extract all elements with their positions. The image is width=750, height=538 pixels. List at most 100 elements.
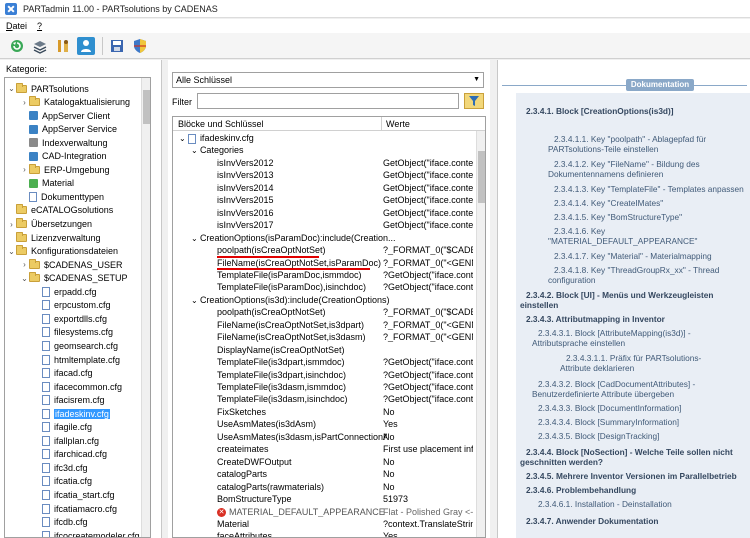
doc-link[interactable]: 2.3.4.3. Attributmapping in Inventor bbox=[526, 314, 665, 325]
save-button[interactable] bbox=[108, 37, 126, 55]
tree-item[interactable]: › $CADENAS_USER bbox=[5, 258, 123, 271]
grid-row[interactable]: BomStructureType 51973 bbox=[173, 494, 473, 506]
grid-row[interactable]: TemplateFile(is3dasm,isinchdoc) ?GetObjec… bbox=[173, 394, 473, 406]
doc-link[interactable]: 2.3.4.6. Problembehandlung bbox=[526, 485, 636, 496]
grid-row[interactable]: FixSketches No bbox=[173, 407, 473, 419]
doc-link[interactable]: 2.3.4.3.3. Block [DocumentInformation] bbox=[538, 403, 681, 414]
chevron-right-icon[interactable]: › bbox=[20, 98, 29, 107]
tree-item[interactable]: › Katalogaktualisierung bbox=[5, 96, 130, 109]
shield-button[interactable] bbox=[131, 37, 149, 55]
grid-row[interactable]: TemplateFile(isParamDoc,ismmdoc) ?GetObje… bbox=[173, 270, 473, 282]
tree-item[interactable]: ifacisrem.cfg bbox=[5, 394, 105, 407]
tree-item[interactable]: htmltemplate.cfg bbox=[5, 353, 120, 366]
doc-link[interactable]: 2.3.4.1.4. Key "CreateIMates" bbox=[554, 198, 663, 209]
tree-item[interactable]: Dokumenttypen bbox=[5, 190, 104, 203]
tree-item[interactable]: ifcatia_start.cfg bbox=[5, 489, 115, 502]
tree-item[interactable]: ifcatia.cfg bbox=[5, 475, 92, 488]
tree-item[interactable]: erpadd.cfg bbox=[5, 285, 97, 298]
grid-row[interactable]: isInvVers2012 GetObject("iface.contexts bbox=[173, 158, 473, 170]
grid-row[interactable]: FileName(isCreaOptNotSet,is3dpart) ?_FORM… bbox=[173, 320, 473, 332]
tree-item[interactable]: Material bbox=[5, 177, 74, 190]
grid-scrollbar[interactable] bbox=[476, 131, 485, 537]
doc-link[interactable]: 2.3.4.6.1. Installation - Deinstallation bbox=[538, 499, 672, 510]
doc-link[interactable]: configuration bbox=[548, 275, 596, 286]
doc-link[interactable]: Attributsprache einstellen bbox=[532, 338, 625, 349]
tree-item[interactable]: erpcustom.cfg bbox=[5, 299, 111, 312]
tree-item[interactable]: › ERP-Umgebung bbox=[5, 163, 110, 176]
grid-row[interactable]: ✕ MATERIAL_DEFAULT_APPEARANCE Flat - Polis… bbox=[173, 507, 473, 519]
grid-row[interactable]: UseAsmMates(is3dAsm) Yes bbox=[173, 419, 473, 431]
tree-item[interactable]: ⌄ $CADENAS_SETUP bbox=[5, 272, 128, 285]
chevron-down-icon[interactable]: ▼ bbox=[473, 76, 480, 83]
doc-link[interactable]: 2.3.4.1.5. Key "BomStructureType" bbox=[554, 212, 682, 223]
doc-link[interactable]: Dokumentennamens definieren bbox=[548, 169, 663, 180]
chevron-down-icon[interactable]: ⌄ bbox=[7, 84, 16, 93]
tree-item[interactable]: ifacad.cfg bbox=[5, 367, 93, 380]
tree-item[interactable]: eCATALOGsolutions bbox=[5, 204, 113, 217]
grid-row[interactable]: CreateDWFOutput No bbox=[173, 457, 473, 469]
col-header-keys[interactable]: Blöcke und Schlüssel bbox=[178, 119, 264, 129]
chevron-right-icon[interactable]: › bbox=[7, 220, 16, 229]
grid-row[interactable]: catalogParts No bbox=[173, 469, 473, 481]
tree-item[interactable]: ⌄ PARTsolutions bbox=[5, 82, 89, 95]
doc-link[interactable]: 2.3.4.7. Anwender Dokumentation bbox=[526, 516, 658, 527]
grid-row[interactable]: TemplateFile(is3dasm,ismmdoc) ?GetObject(… bbox=[173, 382, 473, 394]
grid-row[interactable]: UseAsmMates(is3dasm,isPartConnectionAs..… bbox=[173, 432, 473, 444]
tree-item[interactable]: AppServer Service bbox=[5, 123, 117, 136]
chevron-down-icon[interactable]: ⌄ bbox=[179, 134, 188, 143]
chevron-down-icon[interactable]: ⌄ bbox=[191, 296, 200, 305]
chevron-down-icon[interactable]: ⌄ bbox=[20, 274, 29, 283]
tools-button[interactable] bbox=[54, 37, 72, 55]
tree-item[interactable]: ifcatiamacro.cfg bbox=[5, 502, 117, 515]
col-header-values[interactable]: Werte bbox=[386, 119, 410, 129]
chevron-right-icon[interactable]: › bbox=[20, 165, 29, 174]
tree-item[interactable]: ifarchicad.cfg bbox=[5, 448, 107, 461]
tree-item[interactable]: ifadeskinv.cfg bbox=[5, 407, 110, 420]
grid-row[interactable]: createimates First use placement infor bbox=[173, 444, 473, 456]
grid-row[interactable]: DisplayName(isCreaOptNotSet) bbox=[173, 345, 473, 357]
tree-item[interactable]: › Übersetzungen bbox=[5, 218, 92, 231]
doc-link[interactable]: geschnitten werden? bbox=[520, 457, 603, 468]
grid-row[interactable]: isInvVers2015 GetObject("iface.contexts bbox=[173, 195, 473, 207]
tree-item[interactable]: ifallplan.cfg bbox=[5, 434, 99, 447]
key-filter-combobox[interactable]: Alle Schlüssel ▼ bbox=[172, 72, 484, 88]
filter-button[interactable] bbox=[464, 93, 484, 109]
doc-link[interactable]: 2.3.4.3.4. Block [SummaryInformation] bbox=[538, 417, 679, 428]
stack-button[interactable] bbox=[31, 37, 49, 55]
menu-help[interactable]: ? bbox=[37, 21, 42, 31]
doc-link[interactable]: Benutzerdefinierte Attribute übergeben bbox=[532, 389, 674, 400]
grid-section-row[interactable]: ⌄ CreationOptions(isParamDoc):include(Cr… bbox=[173, 233, 473, 245]
tree-item[interactable]: ifcocreatemodeler.cfg bbox=[5, 529, 140, 537]
tree-item[interactable]: AppServer Client bbox=[5, 109, 110, 122]
grid-row[interactable]: faceAttributes Yes bbox=[173, 531, 473, 537]
tree-item[interactable]: ifcdb.cfg bbox=[5, 516, 88, 529]
doc-link[interactable]: 2.3.4.1.7. Key "Material" - Materialmapp… bbox=[554, 251, 712, 262]
doc-link[interactable]: Attribute deklarieren bbox=[560, 363, 634, 374]
tree-item[interactable]: CAD-Integration bbox=[5, 150, 107, 163]
doc-link[interactable]: "MATERIAL_DEFAULT_APPEARANCE" bbox=[548, 236, 697, 247]
doc-link[interactable]: einstellen bbox=[520, 300, 558, 311]
column-divider[interactable] bbox=[381, 117, 382, 131]
tree-scroll-thumb[interactable] bbox=[143, 90, 150, 124]
grid-row[interactable]: FileName(isCreaOptNotSet,is3dasm) ?_FORMA… bbox=[173, 332, 473, 344]
grid-row[interactable]: isInvVers2017 GetObject("iface.contexts bbox=[173, 220, 473, 232]
chevron-down-icon[interactable]: ⌄ bbox=[191, 234, 200, 243]
filter-input[interactable] bbox=[197, 93, 459, 109]
grid-row[interactable]: isInvVers2014 GetObject("iface.contexts bbox=[173, 183, 473, 195]
grid-section-row[interactable]: ⌄ CreationOptions(is3d):include(Creation… bbox=[173, 295, 473, 307]
tree-item[interactable]: ifacecommon.cfg bbox=[5, 380, 122, 393]
chevron-right-icon[interactable]: › bbox=[20, 260, 29, 269]
tree-item[interactable]: filesystems.cfg bbox=[5, 326, 113, 339]
person-button[interactable] bbox=[77, 36, 95, 55]
tree-item[interactable]: geomsearch.cfg bbox=[5, 339, 118, 352]
doc-link[interactable]: 2.3.4.1.3. Key "TemplateFile" - Template… bbox=[554, 184, 744, 195]
grid-row[interactable]: Material ?context.TranslateStringIn bbox=[173, 519, 473, 531]
doc-link[interactable]: PARTsolutions-Teile einstellen bbox=[548, 144, 658, 155]
doc-link[interactable]: 2.3.4.3.5. Block [DesignTracking] bbox=[538, 431, 659, 442]
menu-datei[interactable]: Datei bbox=[6, 21, 27, 31]
chevron-down-icon[interactable]: ⌄ bbox=[191, 146, 200, 155]
tree-item[interactable]: ⌄ Konfigurationsdateien bbox=[5, 245, 118, 258]
doc-link[interactable]: 2.3.4.1. Block [CreationOptions(is3d)] bbox=[526, 106, 674, 117]
grid-row[interactable]: catalogParts(rawmaterials) No bbox=[173, 482, 473, 494]
chevron-down-icon[interactable]: ⌄ bbox=[7, 247, 16, 256]
